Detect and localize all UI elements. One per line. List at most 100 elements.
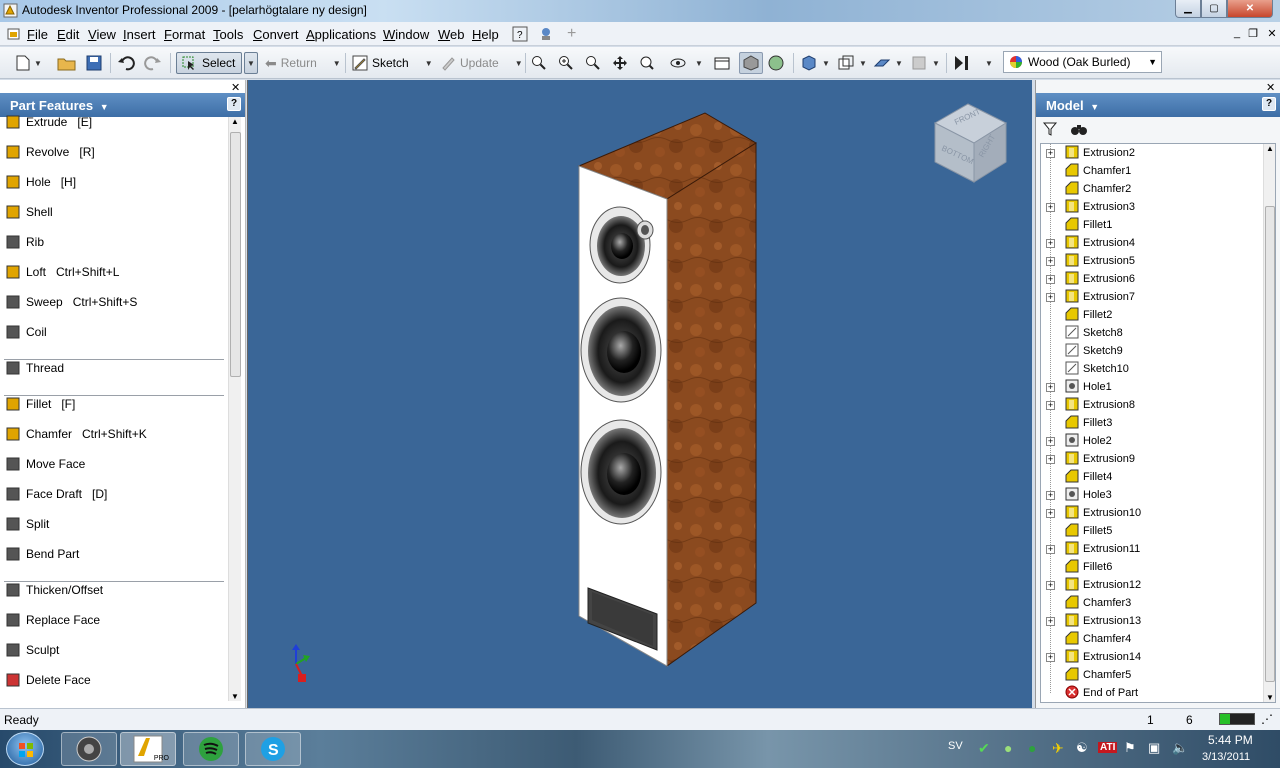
taskbar-inventor[interactable]: PRO [120, 732, 176, 766]
expand-icon[interactable]: + [1046, 400, 1055, 410]
tree-node-fillet1[interactable]: Fillet1 [1041, 216, 1261, 234]
tree-node-sketch9[interactable]: Sketch9 [1041, 342, 1261, 360]
menu-insert[interactable]: Insert [123, 27, 156, 42]
maximize-button[interactable]: ▢ [1201, 0, 1227, 18]
return-button[interactable]: ⬅ Return ▼ [265, 52, 341, 74]
feature-move-face[interactable]: Move Face [0, 452, 226, 476]
scroll-up-icon[interactable]: ▲ [231, 117, 239, 126]
section-view-button[interactable]: ▼ [910, 52, 940, 74]
shaded-display-button[interactable] [739, 52, 763, 74]
select-button[interactable]: Select [176, 52, 242, 74]
scroll-up-icon[interactable]: ▲ [1266, 144, 1274, 153]
tray-volume-icon[interactable]: 🔈 [1172, 740, 1188, 756]
tree-node-fillet5[interactable]: Fillet5 [1041, 522, 1261, 540]
ground-plane-button[interactable]: ▼ [873, 52, 903, 74]
feature-revolve[interactable]: Revolve [R] [0, 140, 226, 164]
tree-node-extrusion2[interactable]: + Extrusion2 [1041, 144, 1261, 162]
new-button[interactable]: ▼ [14, 52, 42, 74]
end-sketch-button[interactable]: ▼ [953, 52, 993, 74]
tree-node-chamfer5[interactable]: Chamfer5 [1041, 666, 1261, 684]
tree-node-fillet4[interactable]: Fillet4 [1041, 468, 1261, 486]
expand-icon[interactable]: + [1046, 490, 1055, 500]
zoom-window-button[interactable] [558, 52, 574, 74]
undo-button[interactable] [117, 52, 135, 74]
help-icon[interactable]: ? [1262, 97, 1276, 111]
menu-web[interactable]: Web [438, 27, 465, 42]
feature-extrude[interactable]: Extrude [E] [0, 110, 226, 134]
scroll-thumb[interactable] [230, 132, 241, 377]
expand-icon[interactable]: + [1046, 148, 1055, 158]
filter-icon[interactable] [1042, 121, 1058, 137]
tree-node-chamfer3[interactable]: Chamfer3 [1041, 594, 1261, 612]
expand-icon[interactable]: + [1046, 256, 1055, 266]
tree-node-fillet3[interactable]: Fillet3 [1041, 414, 1261, 432]
expand-icon[interactable]: + [1046, 508, 1055, 518]
save-button[interactable] [85, 52, 103, 74]
scroll-thumb[interactable] [1265, 206, 1275, 682]
mdi-restore-button[interactable]: ❐ [1245, 27, 1261, 41]
tray-spotify-icon[interactable]: ● [1028, 740, 1036, 756]
camera-view-button[interactable]: ▼ [800, 52, 830, 74]
tray-check-icon[interactable]: ✔ [978, 740, 990, 757]
expand-icon[interactable]: + [1046, 652, 1055, 662]
feature-sweep[interactable]: Sweep Ctrl+Shift+S [0, 290, 226, 314]
expand-icon[interactable]: + [1046, 544, 1055, 554]
tree-node-extrusion14[interactable]: + Extrusion14 [1041, 648, 1261, 666]
tray-network-icon[interactable]: ▣ [1148, 740, 1160, 756]
feature-hole[interactable]: Hole [H] [0, 170, 226, 194]
menu-file[interactable]: File [27, 27, 48, 42]
help-icon[interactable]: ? [227, 97, 241, 111]
feature-list-scrollbar[interactable]: ▲ ▼ [228, 117, 241, 701]
zoom-button[interactable] [585, 52, 601, 74]
feature-loft[interactable]: Loft Ctrl+Shift+L [0, 260, 226, 284]
tree-node-end-of-part[interactable]: End of Part [1041, 684, 1261, 702]
model-tree-scrollbar[interactable]: ▲ ▼ [1263, 144, 1275, 702]
material-select[interactable]: Wood (Oak Burled) ▼ [1003, 51, 1162, 73]
shadow-button[interactable] [767, 52, 785, 74]
woofer-lower[interactable] [580, 419, 662, 525]
expand-icon[interactable]: + [1046, 238, 1055, 248]
update-button[interactable]: Update ▼ [440, 52, 523, 74]
select-dropdown[interactable]: ▼ [244, 52, 258, 74]
language-indicator[interactable]: SV [948, 740, 963, 752]
expand-icon[interactable]: + [1046, 436, 1055, 446]
resize-grip-icon[interactable]: ⋰ [1261, 712, 1273, 726]
tray-flag-icon[interactable]: ⚑ [1124, 740, 1136, 756]
zoom-selected-button[interactable] [639, 52, 655, 74]
tree-node-extrusion8[interactable]: + Extrusion8 [1041, 396, 1261, 414]
expand-icon[interactable]: + [1046, 292, 1055, 302]
taskbar-skype[interactable]: S [245, 732, 301, 766]
speaker-model[interactable]: FRONT BOTTOM RIGHT [248, 80, 1033, 708]
add-icon[interactable]: + [567, 25, 576, 43]
tree-node-extrusion9[interactable]: + Extrusion9 [1041, 450, 1261, 468]
feature-chamfer[interactable]: Chamfer Ctrl+Shift+K [0, 422, 226, 446]
scroll-down-icon[interactable]: ▼ [231, 692, 239, 701]
feature-delete-face[interactable]: Delete Face [0, 668, 226, 692]
pan-button[interactable] [612, 52, 628, 74]
feature-face-draft[interactable]: Face Draft [D] [0, 482, 226, 506]
tree-node-sketch8[interactable]: Sketch8 [1041, 324, 1261, 342]
start-button[interactable] [6, 732, 44, 766]
taskbar-spotify[interactable] [183, 732, 239, 766]
expand-icon[interactable]: + [1046, 382, 1055, 392]
feature-split[interactable]: Split [0, 512, 226, 536]
find-binoculars-icon[interactable] [1070, 121, 1088, 137]
inventor-app-icon[interactable] [3, 3, 18, 18]
menu-format[interactable]: Format [164, 27, 205, 42]
taskbar-media-player[interactable] [61, 732, 117, 766]
menu-view[interactable]: View [88, 27, 116, 42]
tree-node-extrusion12[interactable]: + Extrusion12 [1041, 576, 1261, 594]
tree-node-sketch10[interactable]: Sketch10 [1041, 360, 1261, 378]
tree-node-fillet6[interactable]: Fillet6 [1041, 558, 1261, 576]
minimize-button[interactable]: ▁ [1175, 0, 1201, 18]
look-at-button[interactable] [713, 52, 731, 74]
mdi-close-button[interactable]: ✕ [1264, 27, 1280, 41]
clock-date[interactable]: 3/13/2011 [1202, 751, 1250, 763]
expand-icon[interactable]: + [1046, 580, 1055, 590]
clock-time[interactable]: 5:44 PM [1208, 733, 1253, 747]
tray-ati-icon[interactable]: ATI [1098, 742, 1118, 753]
feature-bend-part[interactable]: Bend Part [0, 542, 226, 566]
open-button[interactable] [57, 52, 77, 74]
tree-node-chamfer4[interactable]: Chamfer4 [1041, 630, 1261, 648]
tray-chat-icon[interactable]: ● [1004, 740, 1012, 756]
